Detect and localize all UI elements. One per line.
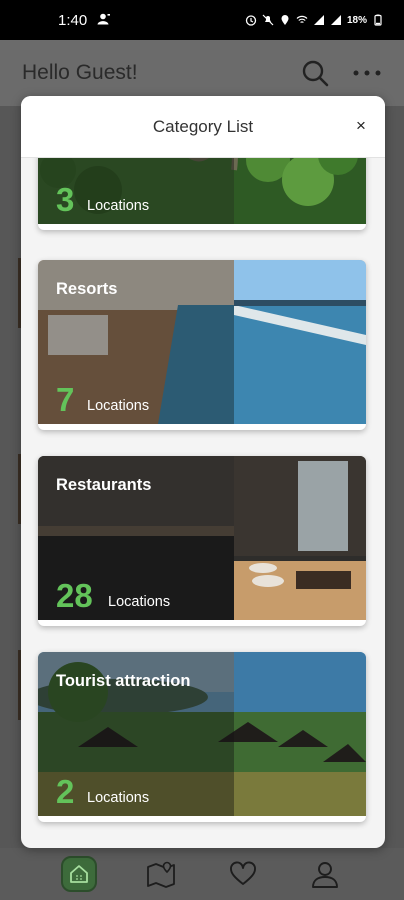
category-card-resorts[interactable]: Resorts 7 Locations xyxy=(38,260,366,430)
category-card-restaurants[interactable]: Restaurants 28 Locations xyxy=(38,456,366,626)
category-locations-label: Locations xyxy=(108,594,171,610)
person-icon xyxy=(97,13,111,28)
bottom-nav xyxy=(0,848,404,900)
category-locations-label: Locations xyxy=(87,398,150,414)
greeting-text: Hello Guest! xyxy=(22,61,138,84)
status-bar: 1:40 18% xyxy=(0,0,404,40)
dialog-title: Category List xyxy=(152,116,254,136)
category-card-tourist-attraction[interactable]: Tourist attraction 2 Locations xyxy=(38,652,366,822)
signal-icon xyxy=(313,15,324,25)
dialog-header: Category List × xyxy=(21,96,385,158)
category-card[interactable]: 3 Locations xyxy=(38,158,366,230)
map-icon xyxy=(147,861,175,888)
location-icon xyxy=(281,15,289,25)
category-name: Restaurants xyxy=(56,476,152,494)
heart-icon xyxy=(230,861,256,885)
category-count: 3 xyxy=(56,181,75,218)
wifi-icon xyxy=(296,15,308,23)
category-name: Tourist attraction xyxy=(56,672,191,690)
battery-level: 18% xyxy=(346,14,367,26)
search-icon[interactable] xyxy=(300,58,330,88)
category-list-dialog: Category List × 3 Locations Resorts 7 Lo… xyxy=(21,96,385,848)
alarm-icon xyxy=(245,15,257,26)
mute-icon xyxy=(262,14,274,26)
more-icon[interactable] xyxy=(352,58,382,88)
status-icons: 18% xyxy=(245,14,384,26)
category-locations-label: Locations xyxy=(87,790,150,806)
profile-icon xyxy=(312,862,338,888)
category-card-list[interactable]: 3 Locations Resorts 7 Locations Restaura… xyxy=(21,158,385,848)
battery-icon xyxy=(374,14,382,26)
home-icon xyxy=(61,856,97,892)
nav-home[interactable] xyxy=(59,854,99,894)
nav-map[interactable] xyxy=(141,854,181,894)
category-count: 28 xyxy=(56,577,93,614)
category-name: Resorts xyxy=(56,280,118,298)
category-count: 7 xyxy=(56,381,75,418)
signal-icon-2 xyxy=(330,15,341,25)
category-count: 2 xyxy=(56,773,75,810)
nav-favorites[interactable] xyxy=(223,854,263,894)
category-locations-label: Locations xyxy=(87,198,150,214)
close-button[interactable]: × xyxy=(351,116,371,136)
nav-profile[interactable] xyxy=(305,854,345,894)
status-time: 1:40 xyxy=(58,11,88,29)
